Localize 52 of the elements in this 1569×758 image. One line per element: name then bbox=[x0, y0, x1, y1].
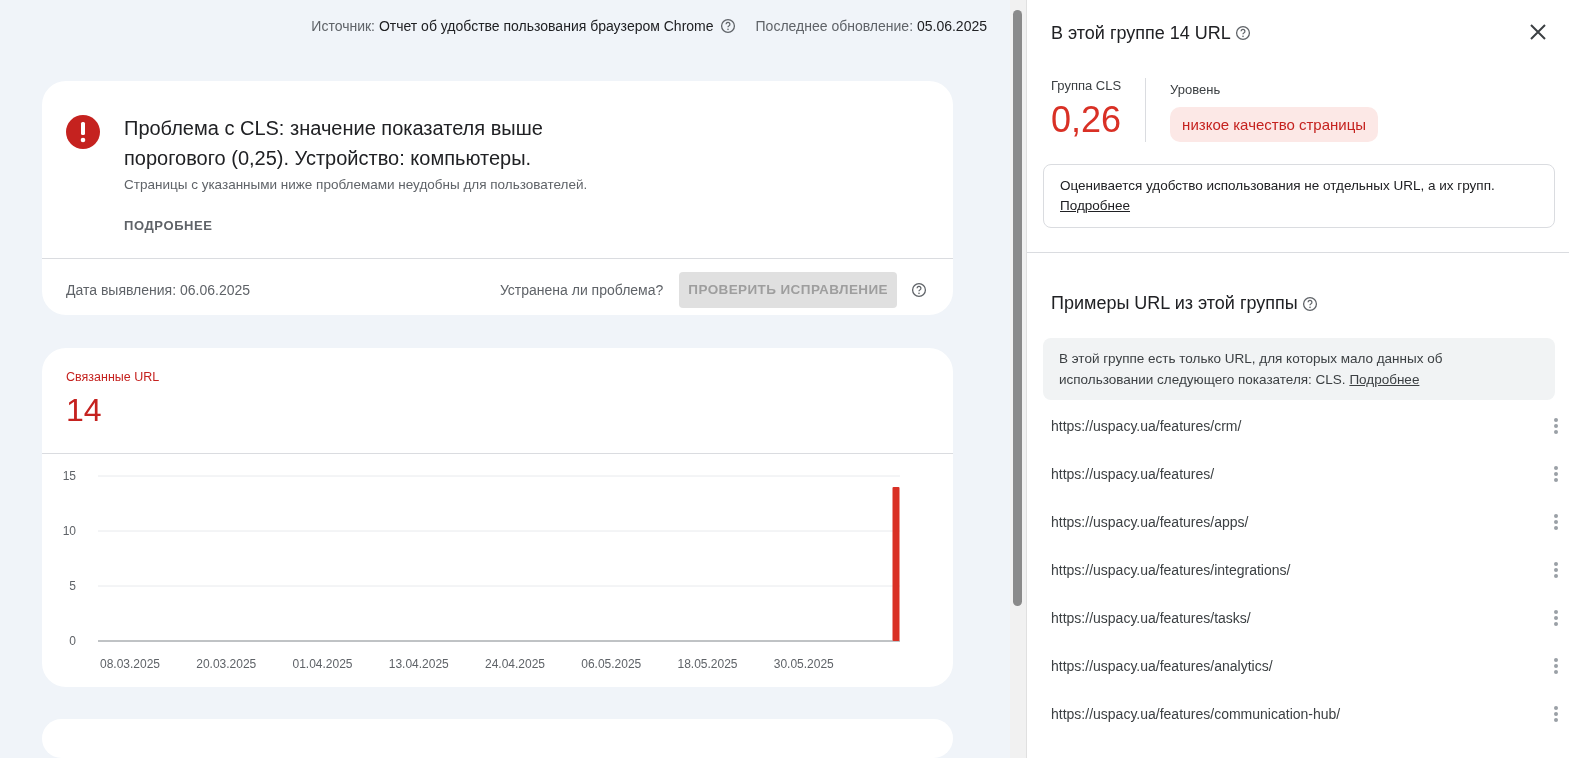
metric-label: Группа CLS bbox=[1051, 78, 1122, 93]
url-item[interactable]: https://uspacy.ua/features/apps/ bbox=[1051, 514, 1249, 530]
url-item[interactable]: https://uspacy.ua/features/tasks/ bbox=[1051, 610, 1251, 626]
source-text: Источник: Отчет об удобстве пользования браузером Chrome bbox=[311, 17, 714, 34]
info-text: Оценивается удобство использования не отдельных URL, а их групп. Подробнее bbox=[1060, 178, 1495, 213]
url-item[interactable]: https://uspacy.ua/features/integrations/ bbox=[1051, 562, 1291, 578]
last-updated-text: Последнее обновление: 05.06.2025 bbox=[755, 17, 987, 34]
related-urls-count: 14 bbox=[66, 391, 103, 429]
section-title: Примеры URL из этой группы bbox=[1051, 293, 1298, 314]
x-tick-label: 18.05.2025 bbox=[677, 656, 738, 671]
issue-description: Страницы с указанными ниже проблемами неудобны для пользователей. bbox=[124, 176, 589, 192]
notice-text: В этой группе есть только URL, для которых мало данных об использовании следующего показателя: CLS. Подробнее bbox=[1059, 351, 1443, 387]
y-tick-label: 0 bbox=[69, 633, 76, 648]
panel-title: В этой группе 14 URL bbox=[1051, 22, 1231, 44]
error-icon bbox=[66, 114, 100, 149]
level-label: Уровень bbox=[1170, 82, 1222, 97]
x-tick-label: 13.04.2025 bbox=[388, 656, 449, 671]
y-tick-label: 10 bbox=[62, 523, 76, 538]
x-tick-label: 20.03.2025 bbox=[196, 656, 257, 671]
related-urls-label: Связанные URL bbox=[66, 369, 161, 384]
status-badge: низкое качество страницы bbox=[1170, 107, 1379, 142]
learn-more-link[interactable]: Подробнее bbox=[1349, 372, 1420, 387]
x-tick-label: 24.04.2025 bbox=[484, 656, 546, 671]
metric-value: 0,26 bbox=[1051, 99, 1122, 141]
x-tick-label: 06.05.2025 bbox=[581, 656, 642, 671]
x-tick-label: 08.03.2025 bbox=[99, 656, 161, 671]
x-tick-label: 30.05.2025 bbox=[773, 656, 834, 671]
help-icon[interactable] bbox=[1235, 25, 1252, 41]
help-icon[interactable] bbox=[1301, 295, 1318, 312]
learn-more-link[interactable]: ПОДРОБНЕЕ bbox=[124, 217, 213, 233]
issue-title: Проблема с CLS: значение показателя выше порогового (0,25). Устройство: компьютеры. bbox=[124, 115, 544, 171]
more-options-icon[interactable] bbox=[1553, 513, 1559, 531]
url-item[interactable]: https://uspacy.ua/features/crm/ bbox=[1051, 418, 1242, 434]
more-options-icon[interactable] bbox=[1553, 705, 1559, 723]
scrollbar[interactable] bbox=[1010, 0, 1026, 758]
url-item[interactable]: https://uspacy.ua/features/ bbox=[1051, 466, 1215, 482]
y-tick-label: 15 bbox=[62, 468, 76, 483]
x-tick-label: 01.04.2025 bbox=[292, 656, 353, 671]
more-options-icon[interactable] bbox=[1553, 657, 1559, 675]
learn-more-link[interactable]: Подробнее bbox=[1060, 198, 1130, 213]
more-options-icon[interactable] bbox=[1553, 561, 1559, 579]
help-icon[interactable] bbox=[911, 281, 927, 298]
detection-date: Дата выявления: 06.06.2025 bbox=[66, 281, 251, 298]
more-options-icon[interactable] bbox=[1553, 465, 1559, 483]
more-options-icon[interactable] bbox=[1553, 609, 1559, 627]
more-options-icon[interactable] bbox=[1553, 417, 1559, 435]
fixed-question: Устранена ли проблема? bbox=[499, 281, 664, 298]
close-icon[interactable] bbox=[1528, 22, 1548, 42]
url-item[interactable]: https://uspacy.ua/features/analytics/ bbox=[1051, 658, 1273, 674]
url-item[interactable]: https://uspacy.ua/features/communication-hub/ bbox=[1051, 706, 1341, 722]
y-tick-label: 5 bbox=[69, 578, 76, 593]
help-icon[interactable] bbox=[719, 17, 736, 34]
